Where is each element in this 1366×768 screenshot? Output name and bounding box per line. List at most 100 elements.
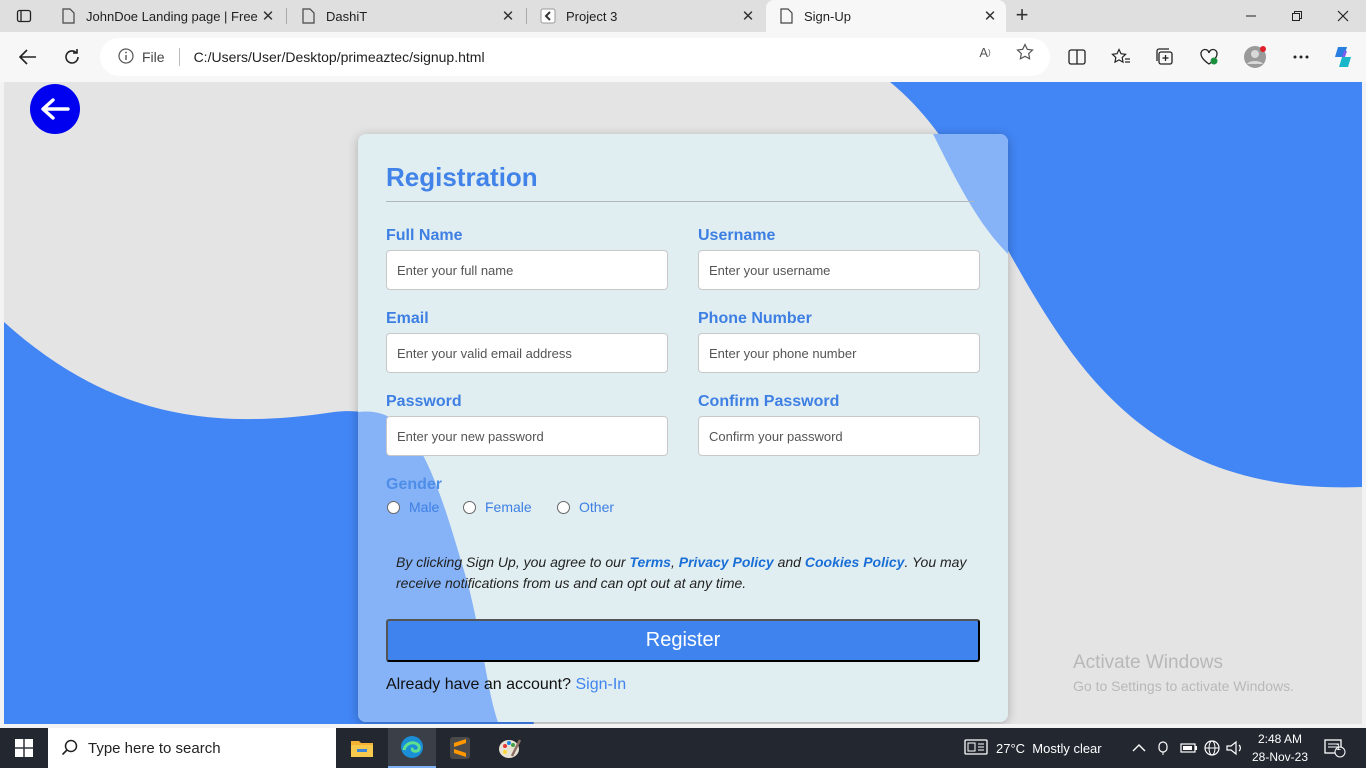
tab-title: JohnDoe Landing page | Free Boo xyxy=(86,8,258,24)
page-title: Registration xyxy=(386,162,538,192)
clock-time: 2:48 AM xyxy=(1257,732,1303,746)
tab-project-3[interactable]: Project 3 ✕ xyxy=(528,0,764,32)
email-label: Email xyxy=(386,310,429,327)
tab-separator xyxy=(286,8,287,24)
collections-icon[interactable] xyxy=(1152,44,1178,70)
document-icon xyxy=(60,8,76,24)
watermark-subtitle: Go to Settings to activate Windows. xyxy=(1073,678,1294,694)
full-name-input[interactable] xyxy=(386,250,668,290)
file-explorer-icon[interactable] xyxy=(338,728,386,768)
read-aloud-icon[interactable]: A) xyxy=(974,41,996,63)
signin-text: Already have an account? xyxy=(386,676,576,693)
gender-option-female[interactable]: Female xyxy=(463,499,532,515)
show-hidden-icons-icon[interactable] xyxy=(1132,728,1146,768)
full-name-label: Full Name xyxy=(386,227,463,244)
register-button[interactable]: Register xyxy=(386,619,980,662)
notification-center-icon[interactable]: 1 xyxy=(1324,728,1346,768)
address-bar[interactable]: File C:/Users/User/Desktop/primeaztec/si… xyxy=(100,38,1050,76)
privacy-policy-link[interactable]: Privacy Policy xyxy=(679,554,774,570)
back-button[interactable] xyxy=(30,84,80,134)
terms-prefix: By clicking Sign Up, you agree to our xyxy=(396,554,630,570)
back-arrow-icon[interactable] xyxy=(14,44,42,70)
project-favicon xyxy=(540,8,556,24)
edge-browser-icon[interactable] xyxy=(388,728,436,768)
tab-sign-up[interactable]: Sign-Up ✕ xyxy=(766,0,1006,32)
phone-label: Phone Number xyxy=(698,310,812,327)
tab-dashit[interactable]: DashiT ✕ xyxy=(288,0,524,32)
battery-icon[interactable] xyxy=(1180,728,1198,768)
volume-icon[interactable] xyxy=(1226,728,1244,768)
navigation-bar: File C:/Users/User/Desktop/primeaztec/si… xyxy=(0,32,1366,82)
profile-avatar-icon[interactable] xyxy=(1242,44,1268,70)
copilot-icon[interactable] xyxy=(1330,44,1356,70)
radio-button[interactable] xyxy=(463,500,476,514)
search-placeholder: Type here to search xyxy=(88,739,221,757)
confirm-password-input[interactable] xyxy=(698,416,980,456)
taskbar: Type here to search 27°C Mostly clear 2:… xyxy=(0,728,1366,768)
paint-icon[interactable] xyxy=(486,728,534,768)
confirm-password-label: Confirm Password xyxy=(698,393,840,410)
back-arrow-icon xyxy=(41,98,70,120)
search-icon xyxy=(60,738,80,758)
tab-johndoe[interactable]: JohnDoe Landing page | Free Boo ✕ xyxy=(48,0,284,32)
close-tab-icon[interactable]: ✕ xyxy=(980,7,1000,25)
weather-widget[interactable]: 27°C Mostly clear xyxy=(964,728,1102,768)
sublime-text-icon[interactable] xyxy=(436,728,484,768)
signin-link[interactable]: Sign-In xyxy=(575,676,626,693)
url-text[interactable]: C:/Users/User/Desktop/primeaztec/signup.… xyxy=(194,49,485,65)
restore-icon[interactable] xyxy=(1274,0,1320,32)
tab-title: Project 3 xyxy=(566,8,618,24)
password-input[interactable] xyxy=(386,416,668,456)
close-tab-icon[interactable]: ✕ xyxy=(498,7,518,25)
radio-button[interactable] xyxy=(387,500,400,514)
clock-date: 28-Nov-23 xyxy=(1251,750,1309,764)
gender-option-male[interactable]: Male xyxy=(387,499,439,515)
notification-count: 1 xyxy=(1336,742,1342,752)
close-window-icon[interactable] xyxy=(1320,0,1366,32)
gender-option-other[interactable]: Other xyxy=(557,499,614,515)
close-tab-icon[interactable]: ✕ xyxy=(738,7,758,25)
email-input[interactable] xyxy=(386,333,668,373)
gender-option-label: Other xyxy=(579,499,615,515)
registration-card: Registration Full Name Username Email Ph… xyxy=(358,134,1008,722)
minimize-icon[interactable] xyxy=(1228,0,1274,32)
split-screen-icon[interactable] xyxy=(1064,44,1090,70)
tab-actions-icon[interactable] xyxy=(10,6,38,26)
taskbar-search[interactable]: Type here to search xyxy=(48,728,336,768)
browser-essentials-icon[interactable] xyxy=(1196,44,1222,70)
document-icon xyxy=(300,8,316,24)
phone-input[interactable] xyxy=(698,333,980,373)
radio-button[interactable] xyxy=(557,500,570,514)
gender-label: Gender xyxy=(386,476,443,493)
title-divider xyxy=(386,201,974,202)
favorites-icon[interactable] xyxy=(1108,44,1134,70)
scheme-label: File xyxy=(142,49,165,65)
document-icon xyxy=(778,8,794,24)
refresh-icon[interactable] xyxy=(58,44,86,70)
signin-prompt: Already have an account? Sign-In xyxy=(386,676,626,694)
tab-title: Sign-Up xyxy=(804,8,851,24)
gender-option-label: Male xyxy=(409,499,440,515)
meet-now-icon[interactable] xyxy=(1156,728,1172,768)
username-label: Username xyxy=(698,227,776,244)
terms-separator: , xyxy=(670,554,679,570)
tab-separator xyxy=(526,8,527,24)
username-input[interactable] xyxy=(698,250,980,290)
windows-start-icon[interactable] xyxy=(0,728,48,768)
info-icon[interactable] xyxy=(118,47,134,67)
terms-link[interactable]: Terms xyxy=(629,554,671,570)
cookies-policy-link[interactable]: Cookies Policy xyxy=(805,554,905,570)
tab-strip: JohnDoe Landing page | Free Boo ✕ DashiT… xyxy=(0,0,1366,32)
new-tab-icon[interactable]: + xyxy=(1010,4,1034,28)
weather-icon xyxy=(964,738,988,759)
network-globe-icon[interactable] xyxy=(1204,728,1220,768)
terms-separator: and xyxy=(773,554,805,570)
tab-title: DashiT xyxy=(326,8,368,24)
omnibox-divider xyxy=(178,48,180,66)
close-tab-icon[interactable]: ✕ xyxy=(258,7,278,25)
page-viewport: Registration Full Name Username Email Ph… xyxy=(4,82,1362,724)
favorite-star-icon[interactable] xyxy=(1014,41,1036,63)
watermark-title: Activate Windows xyxy=(1073,652,1223,673)
more-options-icon[interactable] xyxy=(1288,44,1314,70)
system-clock[interactable]: 2:48 AM 28-Nov-23 xyxy=(1248,730,1312,766)
